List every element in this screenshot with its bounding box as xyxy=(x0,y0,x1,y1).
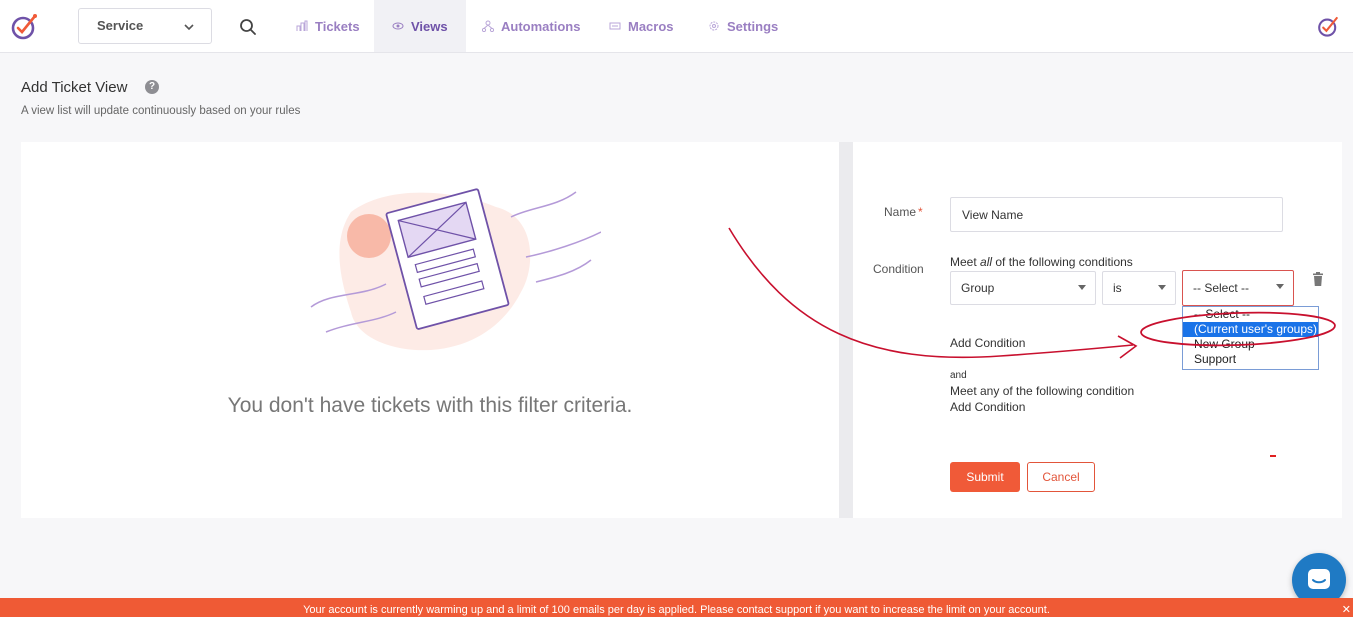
banner-text: Your account is currently warming up and… xyxy=(303,604,1050,616)
service-dropdown[interactable]: Service xyxy=(78,8,212,44)
cancel-button[interactable]: Cancel xyxy=(1027,462,1095,492)
nav-views[interactable]: Views xyxy=(374,0,466,52)
condition-value-select[interactable]: -- Select -- xyxy=(1182,270,1294,306)
caret-down-icon xyxy=(1158,285,1166,290)
empty-state-message: You don't have tickets with this filter … xyxy=(227,394,633,417)
name-label-text: Name xyxy=(884,205,917,219)
preview-panel: You don't have tickets with this filter … xyxy=(21,142,839,518)
view-form: Name * View Name Condition Meet all of th… xyxy=(853,142,1342,518)
nav-settings-label: Settings xyxy=(727,18,779,34)
meet-all-prefix: Meet xyxy=(950,255,981,269)
required-mark: * xyxy=(918,205,923,219)
app-logo-icon[interactable] xyxy=(9,11,39,41)
account-warning-banner: Your account is currently warming up and… xyxy=(0,598,1353,617)
name-label: Name * xyxy=(884,205,923,219)
automations-icon xyxy=(482,20,494,32)
close-icon[interactable]: ✕ xyxy=(1342,603,1351,616)
condition-field-value: Group xyxy=(961,281,995,295)
trash-icon[interactable] xyxy=(1312,272,1324,286)
eye-icon xyxy=(392,22,404,30)
view-name-input[interactable]: View Name xyxy=(950,197,1283,232)
value-dropdown-list: -- Select -- (Current user's groups) New… xyxy=(1182,306,1319,370)
meet-all-text: Meet all of the following conditions xyxy=(950,255,1133,269)
chevron-down-icon xyxy=(184,24,194,31)
condition-operator-value: is xyxy=(1113,281,1122,295)
search-icon[interactable] xyxy=(238,17,258,37)
add-condition-all-link[interactable]: Add Condition xyxy=(950,336,1025,350)
nav-automations[interactable]: Automations xyxy=(464,0,598,52)
nav-tickets-label: Tickets xyxy=(315,18,360,34)
condition-value-selected: -- Select -- xyxy=(1193,281,1250,295)
meet-any-text: Meet any of the following condition xyxy=(950,384,1135,398)
nav-tickets[interactable]: Tickets xyxy=(278,0,378,52)
dropdown-option-selected[interactable]: (Current user's groups) xyxy=(1183,322,1318,337)
nav-views-label: Views xyxy=(411,18,448,34)
page-title: Add Ticket View xyxy=(21,79,128,96)
submit-button[interactable]: Submit xyxy=(950,462,1020,492)
help-icon[interactable]: ? xyxy=(145,80,159,94)
caret-down-icon xyxy=(1078,285,1086,290)
condition-operator-select[interactable]: is xyxy=(1102,271,1176,305)
caret-down-icon xyxy=(1276,284,1284,289)
condition-label: Condition xyxy=(873,262,924,276)
gear-icon xyxy=(709,21,719,31)
stray-mark xyxy=(1270,455,1276,457)
nav-automations-label: Automations xyxy=(501,18,581,34)
condition-field-select[interactable]: Group xyxy=(950,271,1096,305)
nav-macros[interactable]: Macros xyxy=(591,0,692,52)
add-condition-any-link[interactable]: Add Condition xyxy=(950,400,1025,414)
page-subtitle: A view list will update continuously bas… xyxy=(21,105,301,117)
meet-all-emphasis: all xyxy=(980,255,993,269)
tickets-icon xyxy=(296,20,308,31)
panel-divider xyxy=(839,142,853,518)
service-label: Service xyxy=(97,18,144,33)
nav-settings[interactable]: Settings xyxy=(690,0,796,52)
nav-macros-label: Macros xyxy=(628,18,674,34)
dropdown-option[interactable]: -- Select -- xyxy=(1183,307,1318,322)
view-name-value: View Name xyxy=(962,207,1024,222)
brand-logo-icon[interactable] xyxy=(1316,14,1340,38)
dropdown-option[interactable]: New Group xyxy=(1183,337,1318,352)
empty-ticket-illustration xyxy=(310,188,601,351)
and-label: and xyxy=(950,370,967,381)
meet-all-suffix: of the following conditions xyxy=(992,255,1133,269)
dropdown-option[interactable]: Support xyxy=(1183,352,1318,367)
macros-icon xyxy=(609,22,621,30)
top-nav: Service Tickets Views Automations Macros… xyxy=(0,0,1353,53)
chat-icon xyxy=(1308,569,1330,589)
